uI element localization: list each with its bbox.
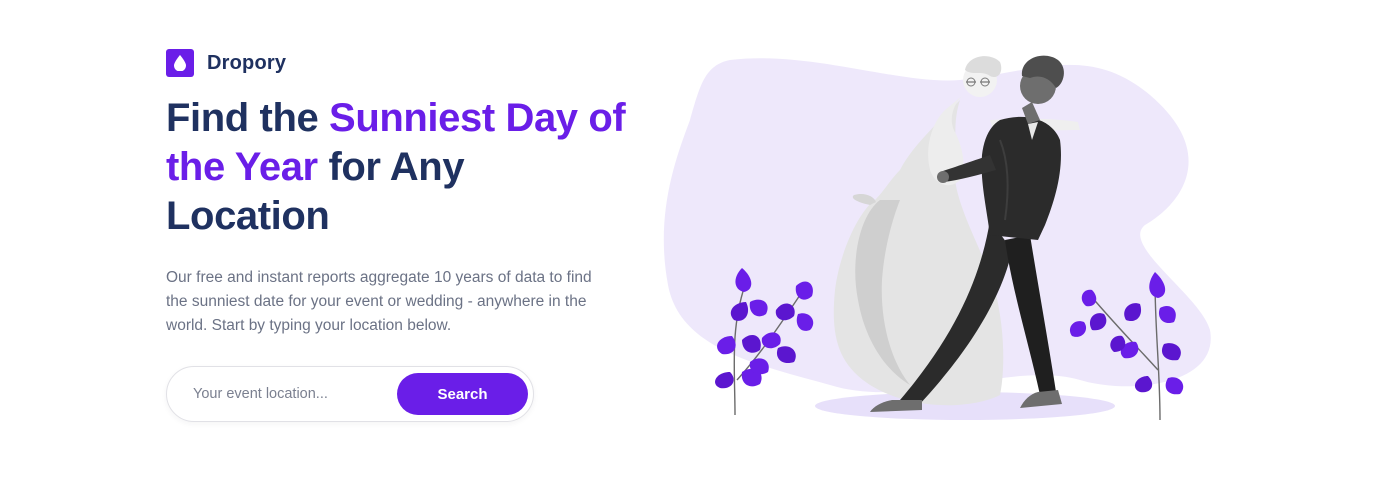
wedding-illustration xyxy=(660,40,1220,430)
brand-name: Dropory xyxy=(207,51,287,74)
hero-headline: Find the Sunniest Day of the Year for An… xyxy=(166,94,636,241)
hero-description: Our free and instant reports aggregate 1… xyxy=(166,269,592,334)
headline-text: Find the xyxy=(166,96,330,140)
droplet-icon xyxy=(166,49,194,77)
search-button[interactable]: Search xyxy=(397,373,528,415)
search-form: Search xyxy=(166,366,534,422)
brand-logo[interactable]: Dropory xyxy=(166,49,286,77)
location-input[interactable] xyxy=(193,367,383,421)
